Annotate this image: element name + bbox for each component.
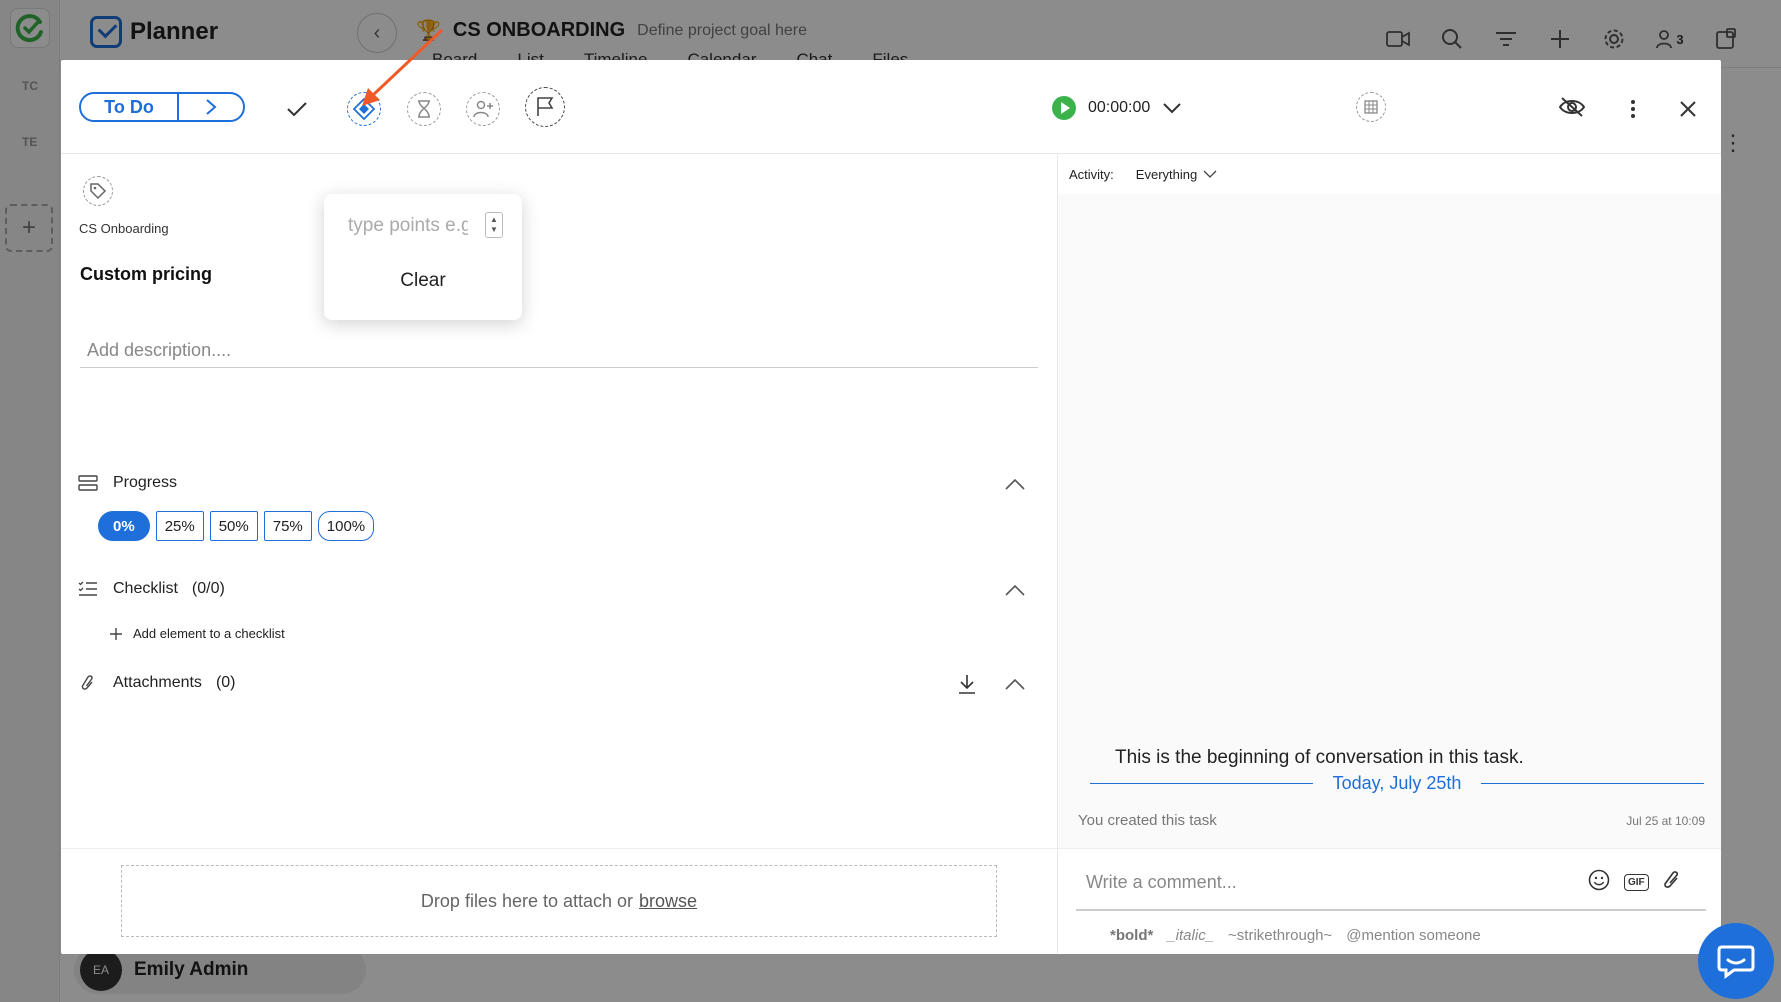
clear-points-button[interactable]: Clear	[324, 270, 522, 292]
hint-italic: _italic_	[1167, 927, 1215, 944]
add-checklist-label: Add element to a checklist	[133, 626, 285, 641]
assign-user-icon[interactable]	[466, 92, 500, 126]
progress-section: Progress	[77, 474, 1027, 492]
checklist-section: Checklist (0/0)	[77, 580, 1027, 598]
chevron-up-icon[interactable]	[1003, 580, 1027, 600]
next-status-button[interactable]	[179, 94, 243, 120]
timer: 00:00:00	[1052, 96, 1182, 120]
more-vertical-icon[interactable]	[1616, 92, 1650, 126]
attachments-label: Attachments	[113, 674, 202, 691]
chevron-up-icon[interactable]	[1003, 474, 1027, 494]
points-input[interactable]	[348, 212, 468, 240]
paperclip-icon	[77, 674, 99, 692]
conversation-start: This is the beginning of conversation in…	[1115, 747, 1524, 768]
status-button[interactable]: To Do	[81, 94, 179, 120]
caret-down-icon[interactable]: ▼	[490, 225, 498, 235]
attachments-section: Attachments (0)	[77, 674, 1027, 694]
download-icon[interactable]	[955, 674, 979, 694]
activity-header: Activity: Everything	[1058, 154, 1721, 194]
progress-option-75[interactable]: 75%	[263, 511, 312, 541]
task-modal: To Do 00:00:00 CS Onboarding Custom pric…	[61, 60, 1721, 954]
task-toolbar: To Do 00:00:00	[61, 60, 1721, 154]
chevron-right-icon	[206, 99, 217, 115]
chevron-down-icon	[1203, 170, 1217, 178]
activity-filter-value: Everything	[1135, 166, 1198, 182]
checklist-icon	[77, 580, 99, 598]
support-chat-button[interactable]	[1698, 923, 1774, 999]
file-dropzone[interactable]: Drop files here to attach or browse	[121, 865, 997, 937]
hint-mention: @mention someone	[1346, 927, 1481, 944]
table-icon[interactable]	[1356, 92, 1386, 122]
progress-option-50[interactable]: 50%	[209, 511, 258, 541]
activity-entry: You created this task Jul 25 at 10:09	[1078, 812, 1705, 829]
activity-label: Activity:	[1069, 166, 1114, 182]
points-diamond-icon[interactable]	[347, 92, 381, 126]
activity-entry-time: Jul 25 at 10:09	[1626, 813, 1705, 828]
progress-label: Progress	[113, 474, 178, 491]
activity-panel: Activity: Everything This is the beginni…	[1057, 154, 1721, 954]
eye-off-icon[interactable]	[1555, 90, 1589, 124]
status-control: To Do	[79, 92, 245, 122]
gif-button[interactable]: GIF	[1624, 874, 1649, 891]
close-icon[interactable]	[1671, 92, 1705, 126]
task-details: CS Onboarding Custom pricing Progress 0%…	[61, 154, 1057, 954]
chat-icon	[1717, 945, 1755, 979]
attachments-count: (0)	[215, 674, 236, 691]
divider	[1076, 909, 1706, 911]
tag-icon[interactable]	[83, 176, 113, 206]
divider	[61, 848, 1057, 849]
hourglass-icon[interactable]	[407, 92, 441, 126]
browse-link[interactable]: browse	[639, 891, 697, 912]
chevron-up-icon[interactable]	[1003, 674, 1027, 694]
progress-options: 0% 25% 50% 75% 100%	[98, 511, 375, 541]
progress-option-25[interactable]: 25%	[155, 511, 204, 541]
complete-check-icon[interactable]	[280, 92, 314, 126]
date-divider-label: Today, July 25th	[1332, 772, 1462, 793]
emoji-icon[interactable]	[1588, 869, 1610, 896]
add-checklist-item[interactable]: Add element to a checklist	[109, 626, 285, 641]
chevron-down-icon[interactable]	[1162, 102, 1182, 114]
task-title[interactable]: Custom pricing	[80, 264, 212, 285]
comment-tools: GIF	[1588, 869, 1681, 896]
dropzone-text: Drop files here to attach or	[420, 890, 634, 911]
project-tag[interactable]: CS Onboarding	[79, 221, 169, 236]
date-divider: Today, July 25th	[1090, 771, 1704, 795]
points-stepper[interactable]: ▲ ▼	[485, 212, 503, 238]
plus-icon	[110, 627, 122, 640]
comment-composer: GIF *bold* _italic_ ~strikethrough~ @men…	[1058, 848, 1721, 954]
progress-option-100[interactable]: 100%	[317, 511, 375, 541]
activity-filter-dropdown[interactable]: Everything	[1136, 167, 1217, 182]
progress-icon	[77, 474, 99, 492]
format-hints: *bold* _italic_ ~strikethrough~ @mention…	[1110, 927, 1481, 944]
caret-up-icon[interactable]: ▲	[490, 215, 498, 225]
description-field[interactable]	[80, 334, 1038, 368]
points-popover: ▲ ▼ Clear	[324, 194, 522, 320]
comment-input[interactable]	[1076, 864, 1606, 900]
hint-bold: *bold*	[1110, 927, 1154, 944]
progress-option-0[interactable]: 0%	[98, 511, 150, 541]
checklist-label: Checklist	[113, 580, 178, 597]
activity-entry-text: You created this task	[1078, 812, 1217, 829]
timer-value: 00:00:00	[1088, 99, 1151, 116]
play-icon[interactable]	[1052, 96, 1076, 120]
hint-strikethrough: ~strikethrough~	[1228, 927, 1333, 944]
checklist-count: (0/0)	[191, 580, 225, 597]
attach-icon[interactable]	[1663, 869, 1681, 896]
flag-icon[interactable]	[525, 87, 565, 127]
